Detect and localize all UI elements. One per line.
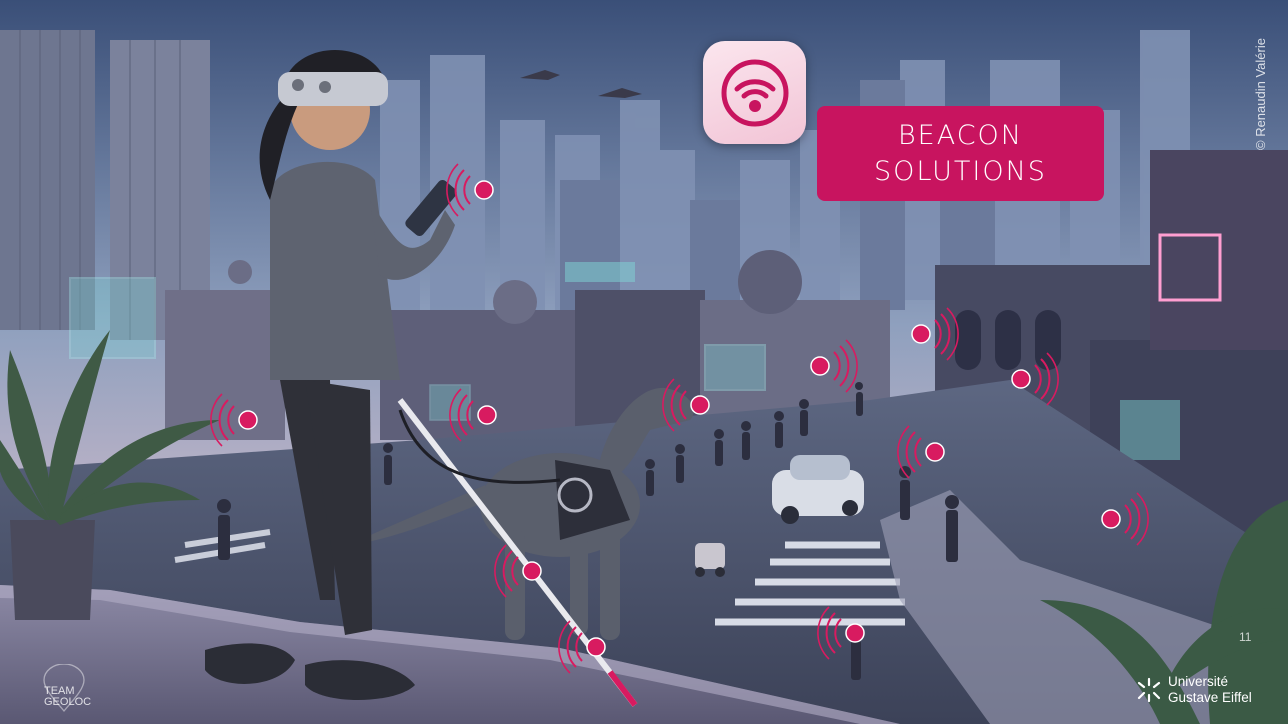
image-credit: © Renaudin Valérie <box>1253 38 1268 150</box>
university-name-line2: Gustave Eiffel <box>1168 690 1252 705</box>
team-logo-line2: GEOLOC <box>44 696 92 708</box>
page-number: 11 <box>1239 630 1252 644</box>
slide-title-line2: SOLUTIONS <box>874 155 1047 187</box>
slide-title-line1: BEACON <box>897 119 1024 151</box>
university-logo: Université Gustave Eiffel <box>1136 670 1272 710</box>
team-geoloc-logo: TEAM GEOLOC <box>36 664 100 714</box>
eiffel-burst-icon <box>1137 677 1161 703</box>
slide-title: BEACON SOLUTIONS <box>817 106 1104 201</box>
beacon-app-icon <box>703 41 806 144</box>
university-name-line1: Université <box>1168 674 1229 689</box>
wifi-beacon-icon <box>721 59 788 126</box>
